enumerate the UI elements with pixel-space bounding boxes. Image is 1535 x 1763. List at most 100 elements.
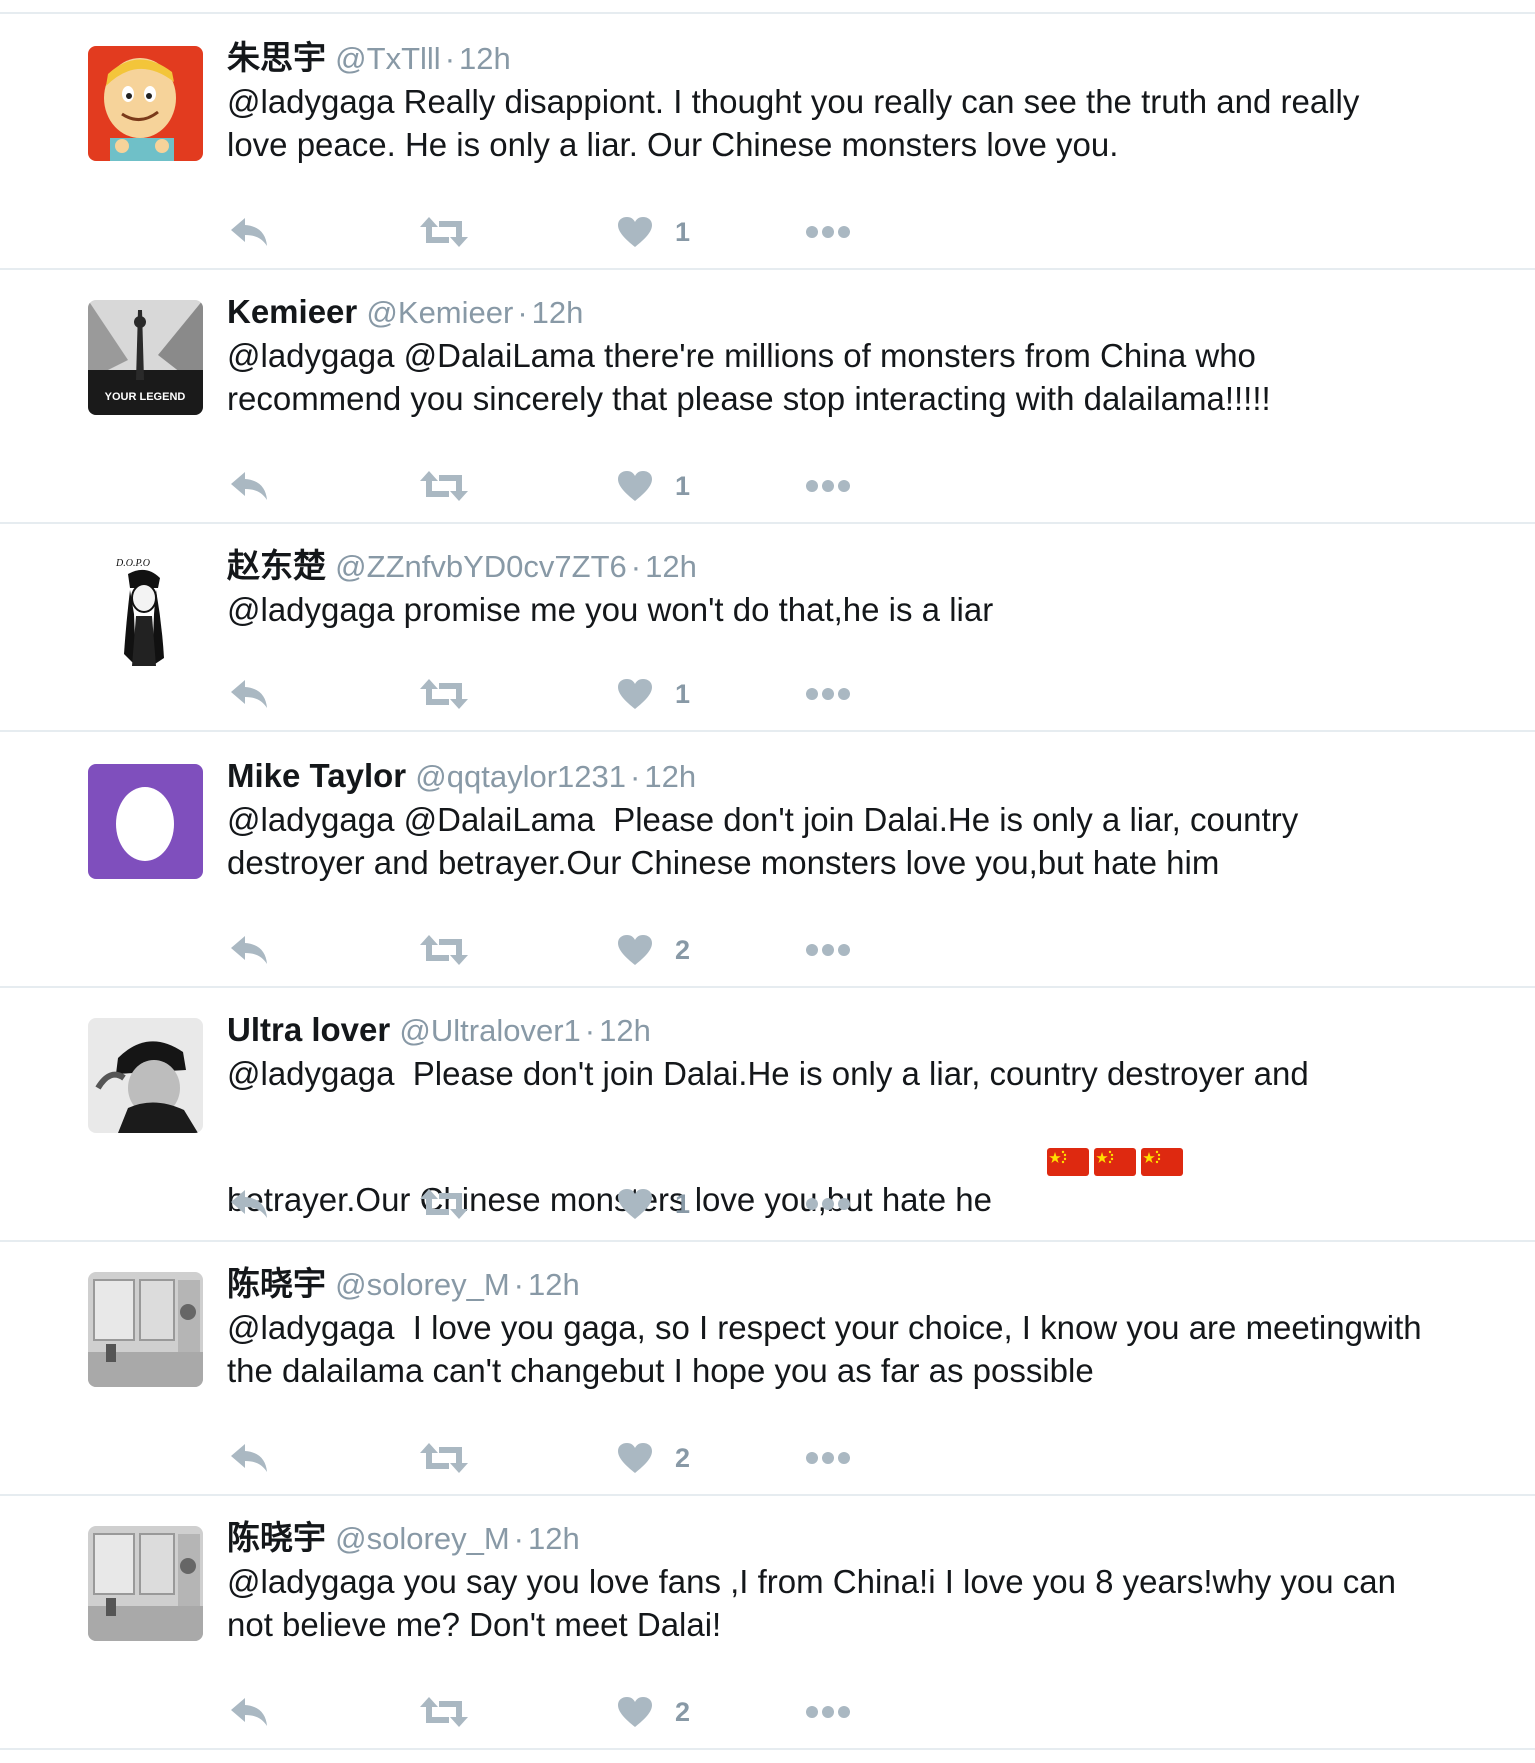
like-button[interactable]: 1 (617, 210, 690, 254)
sketch-avatar-image: D.O.P.O (88, 554, 203, 669)
tweet[interactable]: Ultra lover @Ultralover1 · 12h @ladygaga P… (0, 986, 1535, 1242)
reply-button[interactable] (229, 1690, 269, 1734)
like-button[interactable]: 1 (617, 1182, 690, 1226)
user-name[interactable]: Kemieer (227, 293, 357, 330)
timestamp[interactable]: 12h (528, 1521, 580, 1556)
tweet-text: @ladygaga promise me you won't do that,h… (227, 591, 994, 628)
separator: · (444, 41, 456, 76)
retweet-button[interactable] (419, 464, 469, 508)
tweet-actions: 2 (227, 1690, 927, 1734)
user-name[interactable]: 陈晓宇 (227, 1265, 326, 1302)
photo-avatar-image (88, 1018, 203, 1133)
more-button[interactable] (805, 464, 851, 508)
separator: · (584, 1013, 596, 1048)
reply-button[interactable] (229, 1182, 269, 1226)
tweet-actions: 2 (227, 928, 927, 972)
retweet-button[interactable] (419, 1436, 469, 1480)
tweet-header: Kemieer @Kemieer · 12h (227, 292, 583, 333)
tweet[interactable]: YOUR LEGEND Kemieer @Kemieer · 12h @ladyga… (0, 268, 1535, 524)
timestamp[interactable]: 12h (528, 1267, 580, 1302)
china-flag-icon (1140, 1148, 1183, 1177)
reply-button[interactable] (229, 210, 269, 254)
tweet-actions: 1 (227, 672, 927, 716)
avatar[interactable] (88, 1526, 203, 1641)
tweet-header: 陈晓宇 @solorey_M · 12h (227, 1518, 580, 1559)
more-icon (806, 480, 850, 492)
avatar[interactable]: D.O.P.O (88, 554, 203, 669)
user-handle[interactable]: @solorey_M (335, 1267, 509, 1302)
separator: · (630, 549, 642, 584)
user-name[interactable]: 赵东楚 (227, 547, 326, 584)
avatar[interactable] (88, 1272, 203, 1387)
tweet-text: @ladygaga you say you love fans ,I from … (227, 1563, 1406, 1643)
user-handle[interactable]: @Ultralover1 (399, 1013, 580, 1048)
tweet[interactable]: 朱思宇 @TxTlll · 12h @ladygaga Really disappi… (0, 14, 1535, 270)
more-button[interactable] (805, 928, 851, 972)
avatar[interactable] (88, 764, 203, 879)
user-name[interactable]: 朱思宇 (227, 39, 326, 76)
retweet-icon (420, 471, 468, 501)
retweet-button[interactable] (419, 928, 469, 972)
user-name[interactable]: 陈晓宇 (227, 1519, 326, 1556)
reply-button[interactable] (229, 1436, 269, 1480)
user-handle[interactable]: @qqtaylor1231 (415, 759, 626, 794)
user-name[interactable]: Mike Taylor (227, 757, 406, 794)
cartoon-avatar-image (88, 46, 203, 161)
tweet-actions: 1 (227, 1182, 927, 1226)
room-avatar-image (88, 1272, 203, 1387)
separator: · (513, 1267, 524, 1302)
flag-emojis (992, 1095, 1188, 1224)
user-name[interactable]: Ultra lover (227, 1011, 390, 1048)
retweet-icon (420, 1697, 468, 1727)
tweet-text: @ladygaga I love you gaga, so I respect … (227, 1309, 1431, 1389)
user-handle[interactable]: @TxTlll (335, 41, 441, 76)
like-button[interactable]: 2 (617, 928, 690, 972)
reply-button[interactable] (229, 464, 269, 508)
like-button[interactable]: 2 (617, 1690, 690, 1734)
reply-button[interactable] (229, 672, 269, 716)
more-icon (806, 1198, 850, 1210)
user-handle[interactable]: @ZZnfvbYD0cv7ZT6 (335, 549, 627, 584)
more-button[interactable] (805, 1436, 851, 1480)
user-handle[interactable]: @solorey_M (335, 1521, 509, 1556)
more-button[interactable] (805, 210, 851, 254)
tweet-actions: 1 (227, 464, 927, 508)
timestamp[interactable]: 12h (644, 759, 696, 794)
tweet[interactable]: Mike Taylor @qqtaylor1231 · 12h @ladygaga … (0, 732, 1535, 988)
egg-avatar-image (88, 764, 203, 879)
tweet-header: 陈晓宇 @solorey_M · 12h (227, 1264, 580, 1305)
more-icon (806, 688, 850, 700)
like-count: 2 (675, 1696, 691, 1727)
retweet-button[interactable] (419, 1182, 469, 1226)
tweet[interactable]: 陈晓宇 @solorey_M · 12h @ladygaga you say you… (0, 1494, 1535, 1750)
like-button[interactable]: 1 (617, 464, 690, 508)
separator: · (513, 1521, 524, 1556)
like-count: 2 (675, 934, 691, 965)
avatar[interactable] (88, 1018, 203, 1133)
retweet-icon (420, 1443, 468, 1473)
tweet-actions: 2 (227, 1436, 927, 1480)
separator: · (517, 295, 528, 330)
tweet-header: Mike Taylor @qqtaylor1231 · 12h (227, 756, 696, 797)
tweet[interactable]: 陈晓宇 @solorey_M · 12h @ladygaga I love you … (0, 1240, 1535, 1496)
retweet-button[interactable] (419, 672, 469, 716)
more-button[interactable] (805, 672, 851, 716)
reply-button[interactable] (229, 928, 269, 972)
avatar[interactable]: YOUR LEGEND (88, 300, 203, 415)
reply-icon (231, 472, 267, 500)
timestamp[interactable]: 12h (645, 549, 697, 584)
timestamp[interactable]: 12h (532, 295, 584, 330)
timestamp[interactable]: 12h (459, 41, 511, 76)
heart-icon (618, 935, 652, 965)
tweet[interactable]: D.O.P.O 赵东楚 @ZZnfvbYD0cv7ZT6 · 12h @ladyga… (0, 522, 1535, 732)
timestamp[interactable]: 12h (599, 1013, 651, 1048)
retweet-button[interactable] (419, 210, 469, 254)
avatar[interactable] (88, 46, 203, 161)
retweet-button[interactable] (419, 1690, 469, 1734)
more-button[interactable] (805, 1690, 851, 1734)
like-button[interactable]: 1 (617, 672, 690, 716)
avatar-caption: D.O.P.O (115, 558, 150, 569)
user-handle[interactable]: @Kemieer (366, 295, 513, 330)
more-button[interactable] (805, 1182, 851, 1226)
like-button[interactable]: 2 (617, 1436, 690, 1480)
